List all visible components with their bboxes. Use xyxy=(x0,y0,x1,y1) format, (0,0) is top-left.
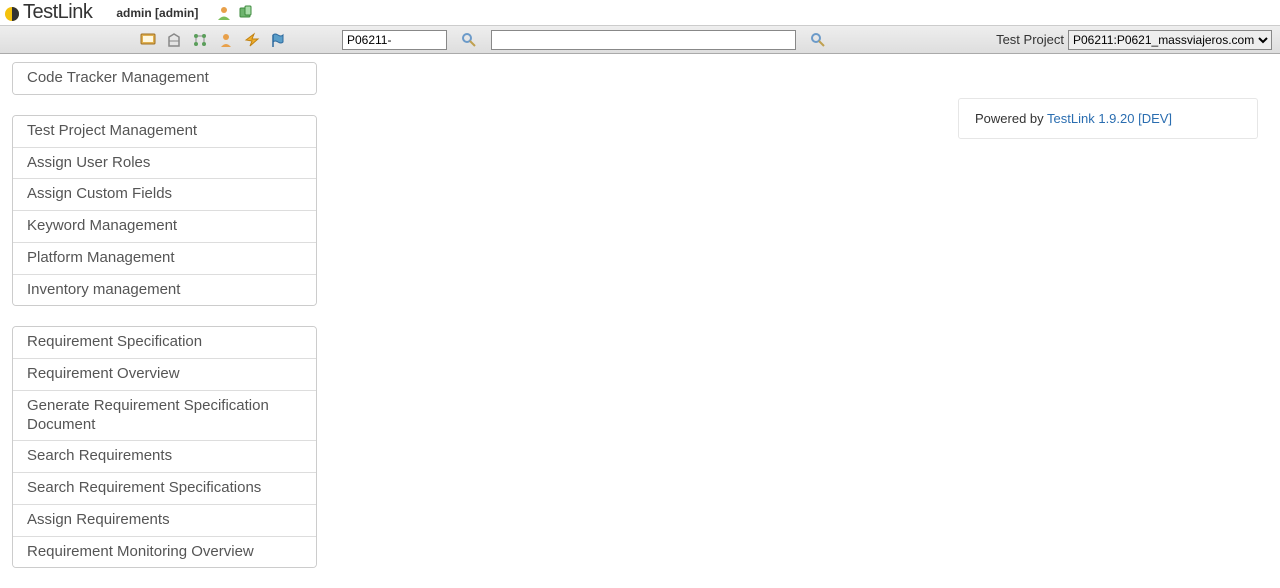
menu-group-project: Test Project Management Assign User Role… xyxy=(12,115,317,307)
sidebar-item-req-monitoring[interactable]: Requirement Monitoring Overview xyxy=(13,536,316,568)
sidebar-item-gen-req-doc[interactable]: Generate Requirement Specification Docum… xyxy=(13,390,316,441)
sidebar-item-test-project-management[interactable]: Test Project Management xyxy=(13,116,316,147)
sidebar-item-keyword-management[interactable]: Keyword Management xyxy=(13,210,316,242)
requirements-icon[interactable] xyxy=(166,32,182,48)
sidebar-item-assign-req[interactable]: Assign Requirements xyxy=(13,504,316,536)
sidebar-item-req-overview[interactable]: Requirement Overview xyxy=(13,358,316,390)
sidebar: Code Tracker Management Test Project Man… xyxy=(12,62,317,588)
sidebar-item-assign-user-roles[interactable]: Assign User Roles xyxy=(13,147,316,179)
powered-by-label: Powered by xyxy=(975,111,1047,126)
app-logo[interactable]: TestLink xyxy=(4,1,92,24)
menu-group-requirements: Requirement Specification Requirement Ov… xyxy=(12,326,317,568)
user-label: admin [admin] xyxy=(116,6,198,20)
global-search-input[interactable] xyxy=(491,30,796,50)
powered-by-box: Powered by TestLink 1.9.20 [DEV] xyxy=(958,98,1258,139)
execute-icon[interactable] xyxy=(244,32,260,48)
logout-icon[interactable] xyxy=(238,5,254,21)
project-select[interactable]: P06211:P0621_massviajeros.com xyxy=(1068,30,1272,50)
toolbar: Test Project P06211:P0621_massviajeros.c… xyxy=(0,26,1280,54)
user-icon[interactable] xyxy=(218,32,234,48)
user-settings-icon[interactable] xyxy=(216,5,232,21)
testcase-search-input[interactable] xyxy=(342,30,447,50)
menu-group-system: Code Tracker Management xyxy=(12,62,317,95)
sidebar-item-search-req-spec[interactable]: Search Requirement Specifications xyxy=(13,472,316,504)
test-spec-icon[interactable] xyxy=(192,32,208,48)
results-icon[interactable] xyxy=(270,32,286,48)
sidebar-item-assign-custom-fields[interactable]: Assign Custom Fields xyxy=(13,178,316,210)
testlink-logo-icon xyxy=(4,5,20,21)
sidebar-item-platform-management[interactable]: Platform Management xyxy=(13,242,316,274)
app-name: TestLink xyxy=(23,1,92,24)
sidebar-item-inventory-management[interactable]: Inventory management xyxy=(13,274,316,306)
project-label: Test Project xyxy=(996,32,1064,47)
powered-by-link[interactable]: TestLink 1.9.20 [DEV] xyxy=(1047,111,1172,126)
sidebar-item-req-spec[interactable]: Requirement Specification xyxy=(13,327,316,358)
header-bar: TestLink admin [admin] xyxy=(0,0,1280,26)
search-icon[interactable] xyxy=(461,32,477,48)
sidebar-item-code-tracker[interactable]: Code Tracker Management xyxy=(13,63,316,94)
desktop-icon[interactable] xyxy=(140,32,156,48)
sidebar-item-search-req[interactable]: Search Requirements xyxy=(13,440,316,472)
search-icon[interactable] xyxy=(810,32,826,48)
